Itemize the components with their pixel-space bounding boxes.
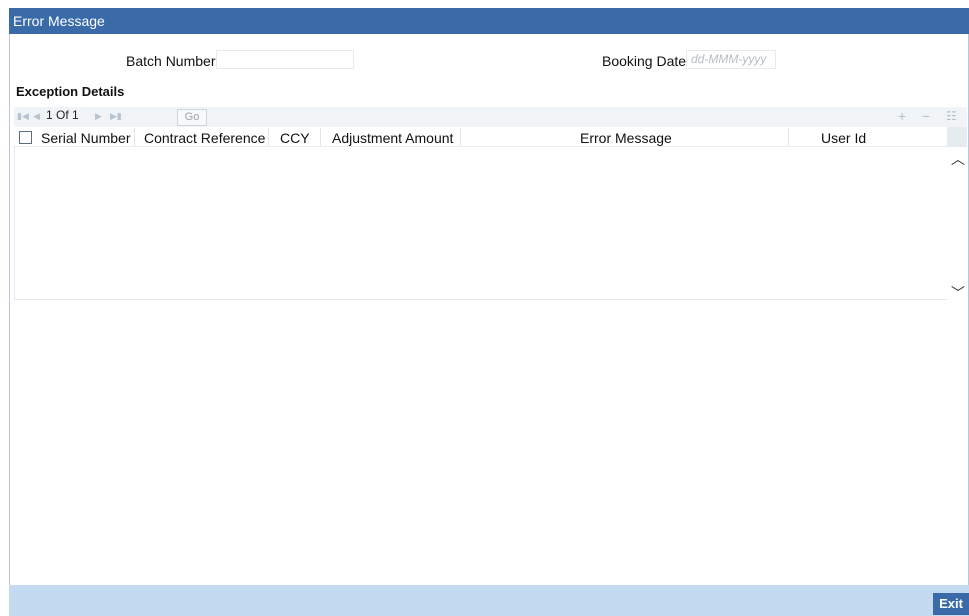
single-view-icon[interactable]: ☷	[946, 109, 957, 123]
column-header-ccy[interactable]: CCY	[280, 130, 310, 146]
scrollbar-header-cell	[947, 127, 967, 147]
last-page-icon[interactable]: ▶▮	[110, 110, 122, 122]
scroll-up-icon[interactable]: ︿	[951, 149, 965, 169]
select-all-checkbox[interactable]	[19, 131, 32, 144]
go-button[interactable]: Go	[177, 109, 207, 126]
column-header-serial-number[interactable]: Serial Number	[41, 130, 130, 146]
page-info: 1 Of 1	[46, 108, 79, 122]
footer-bar	[9, 585, 969, 616]
exit-button[interactable]: Exit	[933, 593, 969, 615]
column-header-contract-reference[interactable]: Contract Reference	[144, 130, 265, 146]
delete-row-icon[interactable]: −	[922, 108, 930, 124]
column-divider	[320, 128, 321, 146]
column-header-error-message[interactable]: Error Message	[580, 130, 672, 146]
batch-number-label: Batch Number	[126, 53, 216, 69]
column-divider	[268, 128, 269, 146]
exception-details-heading: Exception Details	[16, 84, 125, 99]
batch-number-input[interactable]	[216, 50, 354, 69]
column-header-adjustment-amount[interactable]: Adjustment Amount	[332, 130, 453, 146]
add-row-icon[interactable]: +	[898, 108, 906, 124]
column-header-user-id[interactable]: User Id	[821, 130, 866, 146]
booking-date-input[interactable]: dd-MMM-yyyy	[686, 50, 776, 69]
grid-toolbar	[14, 107, 967, 127]
column-divider	[788, 128, 789, 146]
first-page-icon[interactable]: ▮◀	[17, 110, 29, 122]
window-frame	[9, 8, 969, 614]
exception-details-table	[14, 127, 967, 300]
column-divider	[134, 128, 135, 146]
previous-page-icon[interactable]: ◀	[33, 110, 40, 122]
booking-date-label: Booking Date	[602, 53, 687, 69]
scroll-down-icon[interactable]: ﹀	[951, 283, 965, 303]
column-divider	[460, 128, 461, 146]
window-title: Error Message	[9, 8, 969, 34]
next-page-icon[interactable]: ▶	[95, 110, 102, 122]
